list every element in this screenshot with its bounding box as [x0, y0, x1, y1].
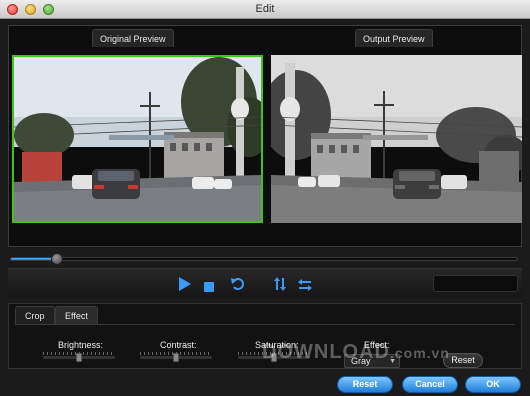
flip-horizontal-icon[interactable] [298, 278, 312, 296]
flip-vertical-icon[interactable] [274, 277, 286, 296]
watermark-suffix: .com.vn [389, 345, 450, 361]
title-bar: Edit [0, 0, 530, 19]
ok-button[interactable]: OK [465, 376, 521, 393]
play-icon[interactable] [178, 276, 192, 297]
download-watermark: DOWNLOAD.com.vn [262, 341, 450, 364]
cancel-button[interactable]: Cancel [402, 376, 458, 393]
contrast-handle[interactable] [173, 353, 179, 362]
rotate-icon[interactable] [231, 277, 245, 296]
tab-divider [15, 324, 515, 325]
brightness-label: Brightness: [58, 340, 104, 350]
output-street-scene-image [271, 55, 522, 223]
output-preview-label: Output Preview [355, 29, 433, 47]
brightness-handle[interactable] [76, 353, 82, 362]
tab-crop[interactable]: Crop [15, 306, 55, 324]
playback-status-field [433, 275, 518, 292]
timeline-handle[interactable] [50, 253, 63, 265]
tab-effect[interactable]: Effect [55, 306, 98, 324]
watermark-main: DOWNLOAD [262, 341, 390, 363]
timeline-progress-fill [11, 258, 57, 260]
stop-icon[interactable] [204, 279, 214, 297]
original-street-scene-image [14, 57, 261, 221]
contrast-label: Contrast: [160, 340, 197, 350]
original-preview-video [12, 55, 263, 223]
brightness-slider[interactable] [43, 352, 115, 362]
edit-panel: Original Preview Output Preview Crop Eff… [0, 19, 530, 396]
playback-control-bar [8, 268, 522, 298]
timeline-slider[interactable] [10, 253, 518, 265]
output-preview-video [271, 55, 522, 223]
reset-button[interactable]: Reset [337, 376, 393, 393]
preview-area: Original Preview Output Preview [8, 25, 522, 247]
original-preview-label: Original Preview [92, 29, 174, 47]
contrast-slider[interactable] [140, 352, 212, 362]
window-title: Edit [255, 3, 275, 15]
